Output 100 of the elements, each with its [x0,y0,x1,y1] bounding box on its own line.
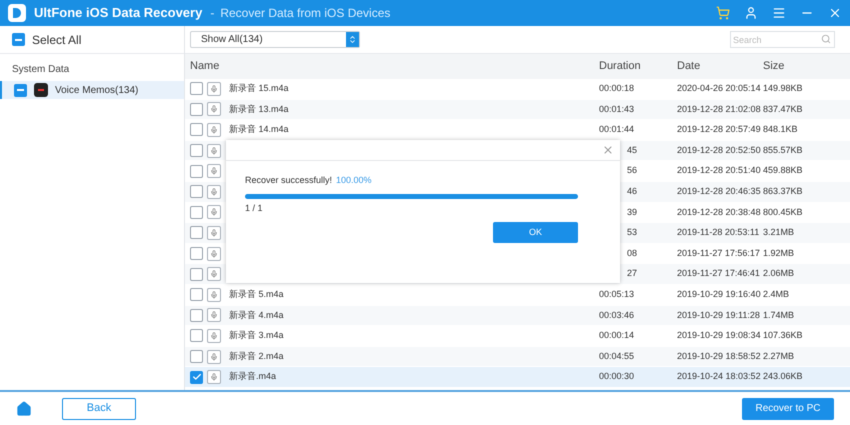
table-row[interactable]: 新录音 4.m4a 00:03:46 2019-10-29 19:11:28 1.74MB [185,306,850,326]
column-header[interactable]: Date [677,58,763,75]
audio-file-icon [207,246,221,261]
column-header[interactable]: Duration [599,58,677,75]
checkbox[interactable] [190,288,203,302]
audio-file-icon [207,205,221,220]
dialog-message: Recover successfully! [245,174,332,187]
duration-cell-text: 45 [627,144,638,157]
size-cell-text: 459.88KB [763,164,804,178]
duration-cell-text: 27 [627,267,638,280]
checkbox[interactable] [190,185,203,198]
audio-file-icon [207,350,221,364]
checkbox[interactable] [190,123,203,136]
audio-file-icon [207,288,221,302]
audio-file-icon [207,164,221,178]
duration-cell-text: 56 [627,164,638,178]
column-header[interactable]: Name [190,58,599,75]
window-title: UltFone iOS Data Recovery [34,4,202,22]
size-cell-text: 3.21MB [763,226,796,240]
duration-cell-text: 00:00:30 [599,370,634,384]
audio-file-icon [207,82,221,96]
date-cell-text: 2019-12-28 20:57:49 [677,123,762,136]
close-icon[interactable] [828,6,842,20]
file-name: 新录音 14.m4a [229,123,289,136]
checkbox[interactable] [190,247,203,260]
duration-cell-text: 00:04:55 [599,350,634,363]
size-cell-text: 2.27MB [763,350,796,363]
audio-file-icon [207,370,221,384]
checkbox[interactable] [190,350,203,364]
file-name: 新录音 15.m4a [229,82,289,96]
date-cell-text: 2019-12-28 20:52:50 [677,144,762,157]
duration-cell-text: 46 [627,185,638,198]
checkbox[interactable] [190,370,203,384]
checkbox[interactable] [12,33,25,46]
user-icon[interactable] [744,6,758,20]
progress-percent: 100.00% [336,174,372,187]
sidebar-item-label: Voice Memos(134) [55,84,138,98]
checkbox[interactable] [190,308,203,322]
checkbox[interactable] [190,82,203,96]
duration-cell-text: 00:05:13 [599,288,634,301]
size-cell-text: 107.36KB [763,329,804,342]
file-name: 新录音 4.m4a [229,308,284,322]
size-cell-text: 848.1KB [763,123,799,136]
size-cell-text: 2.06MB [763,267,796,280]
size-cell-text: 863.37KB [763,185,804,198]
duration-cell-text: 00:00:18 [599,82,634,96]
close-icon[interactable] [602,144,614,156]
file-name: 新录音.m4a [229,370,276,384]
date-cell-text: 2019-11-27 17:56:17 [677,246,761,260]
filter-dropdown[interactable]: Show All(134) [190,31,360,48]
date-cell-text: 2019-12-28 20:51:40 [677,164,762,178]
date-cell-text: 2019-11-27 17:46:41 [677,267,761,280]
date-cell-text: 2019-10-24 18:03:52 [677,370,762,384]
sidebar-item[interactable]: Voice Memos(134) [0,81,184,99]
date-cell-text: 2020-04-26 20:05:14 [677,82,762,96]
table-row[interactable]: 新录音 13.m4a 00:01:43 2019-12-28 21:02:08 837.47KB [185,100,850,120]
dropdown-icon [346,32,359,47]
voice-memos-icon [34,83,48,97]
size-cell-text: 1.92MB [763,246,796,260]
audio-file-icon [207,144,221,158]
home-icon[interactable] [16,400,32,416]
duration-cell-text: 39 [627,206,638,219]
app-logo-icon [8,4,26,22]
table-row[interactable]: 新录音.m4a 00:00:30 2019-10-24 18:03:52 243.06KB [185,367,850,388]
duration-cell-text: 00:03:46 [599,308,634,322]
date-cell-text: 2019-10-29 19:16:40 [677,288,762,301]
checkbox[interactable] [190,144,203,158]
duration-cell-text: 00:00:14 [599,329,634,342]
size-cell-text: 2.4MB [763,288,790,301]
audio-file-icon [207,226,221,240]
date-cell-text: 2019-10-29 19:08:34 [677,329,762,342]
section-label: System Data [11,63,70,77]
audio-file-icon [207,328,221,343]
cart-icon[interactable] [716,6,730,20]
audio-file-icon [207,184,221,199]
search-field[interactable]: Search [730,31,835,48]
column-header[interactable]: Size [763,58,850,75]
checkbox[interactable] [190,226,203,240]
checkbox[interactable] [190,329,203,342]
size-cell-text: 149.98KB [763,82,804,96]
duration-cell-text: 00:01:43 [599,102,634,116]
file-name: 新录音 5.m4a [229,288,284,301]
select-all-label[interactable]: Select All [32,30,82,48]
checkbox[interactable] [14,84,27,96]
file-name: 新录音 2.m4a [229,350,284,363]
date-cell-text: 2019-12-28 21:02:08 [677,102,762,116]
checkbox[interactable] [190,268,203,281]
date-cell-text: 2019-10-29 19:11:28 [677,308,761,322]
search-icon [821,34,831,44]
file-name: 新录音 13.m4a [229,102,289,116]
date-cell-text: 2019-11-28 20:53:11 [677,226,760,240]
audio-file-icon [207,308,221,322]
menu-icon[interactable] [772,6,786,20]
table-row[interactable]: 新录音 2.m4a 00:04:55 2019-10-29 18:58:52 2.27MB [185,346,850,368]
checkbox[interactable] [190,206,203,219]
checkbox[interactable] [190,102,203,116]
file-name: 新录音 3.m4a [229,329,284,342]
window-subtitle: Recover Data from iOS Devices [220,5,390,22]
checkbox[interactable] [190,164,203,178]
size-cell-text: 800.45KB [763,206,804,219]
